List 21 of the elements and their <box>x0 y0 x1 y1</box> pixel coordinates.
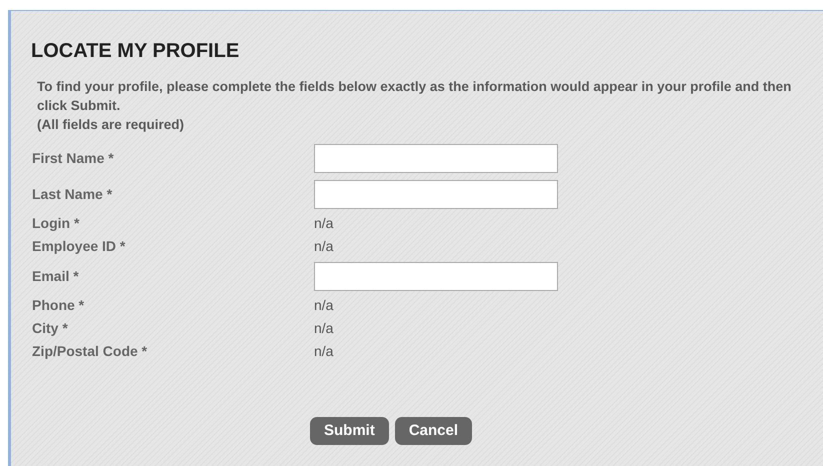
instructions-text: To find your profile, please complete the fields below exactly as the information would appear in your profile and then click Submit. <box>37 78 792 115</box>
field-label: City * <box>32 319 69 338</box>
field-label: Login * <box>32 214 80 233</box>
field-value: n/a <box>314 214 334 233</box>
required-note: (All fields are required) <box>37 116 184 134</box>
field-label: First Name * <box>32 148 115 168</box>
field-label: Zip/Postal Code * <box>32 342 148 361</box>
submit-button[interactable]: Submit <box>310 417 389 445</box>
text-input[interactable] <box>314 144 558 172</box>
text-input[interactable] <box>314 180 558 208</box>
field-value: n/a <box>314 319 334 338</box>
field-label: Email * <box>32 266 80 286</box>
cancel-button[interactable]: Cancel <box>394 417 472 445</box>
page-title: LOCATE MY PROFILE <box>31 39 240 63</box>
field-label: Last Name * <box>32 184 114 204</box>
field-value: n/a <box>314 296 334 315</box>
field-value: n/a <box>314 237 334 256</box>
field-value: n/a <box>314 342 334 361</box>
field-label: Phone * <box>32 296 86 315</box>
text-input[interactable] <box>314 262 558 290</box>
field-label: Employee ID * <box>32 237 126 256</box>
